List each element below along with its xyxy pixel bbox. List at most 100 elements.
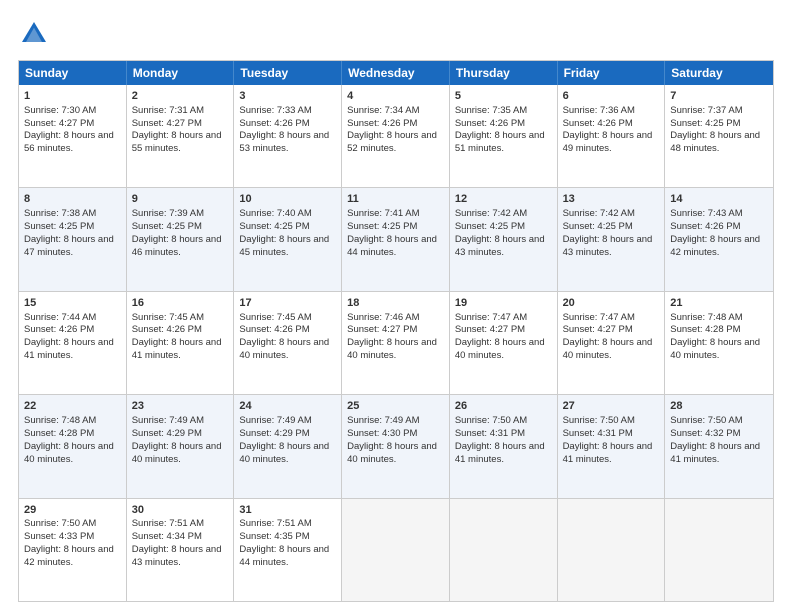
day-cell-7: 7Sunrise: 7:37 AMSunset: 4:25 PMDaylight… bbox=[665, 85, 773, 187]
day-cell-19: 19Sunrise: 7:47 AMSunset: 4:27 PMDayligh… bbox=[450, 292, 558, 394]
day-cell-2: 2Sunrise: 7:31 AMSunset: 4:27 PMDaylight… bbox=[127, 85, 235, 187]
day-cell-17: 17Sunrise: 7:45 AMSunset: 4:26 PMDayligh… bbox=[234, 292, 342, 394]
daylight: Daylight: 8 hours and 41 minutes. bbox=[563, 441, 653, 465]
daylight: Daylight: 8 hours and 41 minutes. bbox=[132, 337, 222, 361]
sunrise: Sunrise: 7:39 AM bbox=[132, 208, 204, 219]
sunrise: Sunrise: 7:38 AM bbox=[24, 208, 96, 219]
sunset: Sunset: 4:31 PM bbox=[563, 428, 633, 439]
day-number: 4 bbox=[347, 89, 444, 104]
day-number: 16 bbox=[132, 296, 229, 311]
daylight: Daylight: 8 hours and 51 minutes. bbox=[455, 130, 545, 154]
day-number: 17 bbox=[239, 296, 336, 311]
calendar-row-5: 29Sunrise: 7:50 AMSunset: 4:33 PMDayligh… bbox=[19, 498, 773, 601]
daylight: Daylight: 8 hours and 40 minutes. bbox=[239, 441, 329, 465]
sunrise: Sunrise: 7:35 AM bbox=[455, 105, 527, 116]
day-cell-4: 4Sunrise: 7:34 AMSunset: 4:26 PMDaylight… bbox=[342, 85, 450, 187]
sunset: Sunset: 4:26 PM bbox=[563, 118, 633, 129]
daylight: Daylight: 8 hours and 40 minutes. bbox=[347, 337, 437, 361]
calendar-row-1: 1Sunrise: 7:30 AMSunset: 4:27 PMDaylight… bbox=[19, 85, 773, 187]
daylight: Daylight: 8 hours and 49 minutes. bbox=[563, 130, 653, 154]
sunset: Sunset: 4:31 PM bbox=[455, 428, 525, 439]
day-number: 25 bbox=[347, 399, 444, 414]
daylight: Daylight: 8 hours and 45 minutes. bbox=[239, 234, 329, 258]
daylight: Daylight: 8 hours and 40 minutes. bbox=[132, 441, 222, 465]
day-number: 5 bbox=[455, 89, 552, 104]
sunset: Sunset: 4:27 PM bbox=[24, 118, 94, 129]
logo-icon bbox=[18, 18, 50, 50]
calendar: SundayMondayTuesdayWednesdayThursdayFrid… bbox=[18, 60, 774, 602]
daylight: Daylight: 8 hours and 42 minutes. bbox=[670, 234, 760, 258]
day-cell-21: 21Sunrise: 7:48 AMSunset: 4:28 PMDayligh… bbox=[665, 292, 773, 394]
daylight: Daylight: 8 hours and 40 minutes. bbox=[347, 441, 437, 465]
sunrise: Sunrise: 7:42 AM bbox=[455, 208, 527, 219]
daylight: Daylight: 8 hours and 40 minutes. bbox=[563, 337, 653, 361]
sunrise: Sunrise: 7:50 AM bbox=[24, 518, 96, 529]
sunrise: Sunrise: 7:45 AM bbox=[239, 312, 311, 323]
day-cell-16: 16Sunrise: 7:45 AMSunset: 4:26 PMDayligh… bbox=[127, 292, 235, 394]
daylight: Daylight: 8 hours and 40 minutes. bbox=[239, 337, 329, 361]
sunrise: Sunrise: 7:45 AM bbox=[132, 312, 204, 323]
day-number: 18 bbox=[347, 296, 444, 311]
day-number: 7 bbox=[670, 89, 768, 104]
day-number: 3 bbox=[239, 89, 336, 104]
day-number: 15 bbox=[24, 296, 121, 311]
daylight: Daylight: 8 hours and 43 minutes. bbox=[563, 234, 653, 258]
day-cell-23: 23Sunrise: 7:49 AM Sunset: 4:29 PM Dayligh… bbox=[127, 395, 235, 497]
sunset: Sunset: 4:25 PM bbox=[239, 221, 309, 232]
day-number: 13 bbox=[563, 192, 660, 207]
day-cell-5: 5Sunrise: 7:35 AMSunset: 4:26 PMDaylight… bbox=[450, 85, 558, 187]
daylight: Daylight: 8 hours and 43 minutes. bbox=[455, 234, 545, 258]
day-number: 1 bbox=[24, 89, 121, 104]
day-number: 14 bbox=[670, 192, 768, 207]
sunset: Sunset: 4:34 PM bbox=[132, 531, 202, 542]
header-day-sunday: Sunday bbox=[19, 61, 127, 85]
day-cell-11: 11Sunrise: 7:41 AMSunset: 4:25 PMDayligh… bbox=[342, 188, 450, 290]
sunset: Sunset: 4:25 PM bbox=[670, 118, 740, 129]
sunset: Sunset: 4:27 PM bbox=[132, 118, 202, 129]
day-number: 20 bbox=[563, 296, 660, 311]
daylight: Daylight: 8 hours and 43 minutes. bbox=[132, 544, 222, 568]
day-cell-30: 30Sunrise: 7:51 AMSunset: 4:34 PMDayligh… bbox=[127, 499, 235, 601]
day-cell-27: 27Sunrise: 7:50 AMSunset: 4:31 PMDayligh… bbox=[558, 395, 666, 497]
sunrise: Sunrise: 7:37 AM bbox=[670, 105, 742, 116]
sunrise: Sunrise: 7:42 AM bbox=[563, 208, 635, 219]
day-number: 23 bbox=[132, 399, 229, 414]
sunset: Sunset: 4:26 PM bbox=[24, 324, 94, 335]
day-cell-29: 29Sunrise: 7:50 AMSunset: 4:33 PMDayligh… bbox=[19, 499, 127, 601]
day-number: 24 bbox=[239, 399, 336, 414]
day-cell-22: 22Sunrise: 7:48 AMSunset: 4:28 PMDayligh… bbox=[19, 395, 127, 497]
sunset: Sunset: 4:33 PM bbox=[24, 531, 94, 542]
daylight: Daylight: 8 hours and 41 minutes. bbox=[24, 337, 114, 361]
sunrise: Sunrise: 7:46 AM bbox=[347, 312, 419, 323]
sunset: Sunset: 4:32 PM bbox=[670, 428, 740, 439]
sunrise: Sunrise: 7:51 AM bbox=[132, 518, 204, 529]
day-cell-12: 12Sunrise: 7:42 AMSunset: 4:25 PMDayligh… bbox=[450, 188, 558, 290]
sunrise: Sunrise: 7:36 AM bbox=[563, 105, 635, 116]
sunset: Sunset: 4:27 PM bbox=[563, 324, 633, 335]
day-cell-8: 8Sunrise: 7:38 AMSunset: 4:25 PMDaylight… bbox=[19, 188, 127, 290]
day-number: 31 bbox=[239, 503, 336, 518]
sunrise: Sunrise: 7:47 AM bbox=[563, 312, 635, 323]
calendar-row-2: 8Sunrise: 7:38 AMSunset: 4:25 PMDaylight… bbox=[19, 187, 773, 290]
day-number: 2 bbox=[132, 89, 229, 104]
sunrise: Sunrise: 7:49 AM bbox=[132, 415, 204, 426]
day-cell-3: 3Sunrise: 7:33 AMSunset: 4:26 PMDaylight… bbox=[234, 85, 342, 187]
sunrise: Sunrise: 7:47 AM bbox=[455, 312, 527, 323]
empty-cell bbox=[450, 499, 558, 601]
empty-cell bbox=[342, 499, 450, 601]
sunset: Sunset: 4:29 PM bbox=[132, 428, 202, 439]
header-day-saturday: Saturday bbox=[665, 61, 773, 85]
header bbox=[18, 18, 774, 50]
day-number: 11 bbox=[347, 192, 444, 207]
daylight: Daylight: 8 hours and 52 minutes. bbox=[347, 130, 437, 154]
sunset: Sunset: 4:25 PM bbox=[563, 221, 633, 232]
day-number: 10 bbox=[239, 192, 336, 207]
day-cell-24: 24Sunrise: 7:49 AMSunset: 4:29 PMDayligh… bbox=[234, 395, 342, 497]
daylight: Daylight: 8 hours and 47 minutes. bbox=[24, 234, 114, 258]
day-cell-26: 26Sunrise: 7:50 AMSunset: 4:31 PMDayligh… bbox=[450, 395, 558, 497]
header-day-monday: Monday bbox=[127, 61, 235, 85]
sunset: Sunset: 4:27 PM bbox=[455, 324, 525, 335]
calendar-row-3: 15Sunrise: 7:44 AMSunset: 4:26 PMDayligh… bbox=[19, 291, 773, 394]
sunrise: Sunrise: 7:34 AM bbox=[347, 105, 419, 116]
calendar-header: SundayMondayTuesdayWednesdayThursdayFrid… bbox=[19, 61, 773, 85]
